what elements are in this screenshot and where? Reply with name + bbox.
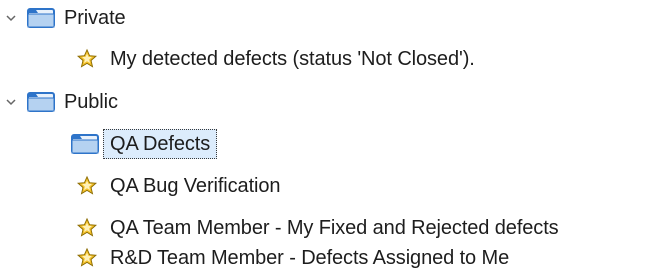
tree-folder-label: Public	[64, 91, 118, 113]
tree-folder-private[interactable]: Private	[4, 1, 126, 35]
tree-item-favorite[interactable]: My detected defects (status 'Not Closed'…	[76, 42, 475, 76]
folder-icon	[71, 134, 99, 154]
favorite-star-icon	[76, 217, 98, 237]
tree-item-label: QA Team Member - My Fixed and Rejected d…	[110, 217, 559, 239]
expand-arrow-icon[interactable]	[4, 95, 18, 109]
tree-folder-public[interactable]: Public	[4, 85, 118, 119]
tree-item-folder-selected[interactable]: QA Defects	[70, 127, 218, 161]
selected-item-highlight[interactable]: QA Defects	[103, 129, 218, 159]
favorite-star-icon	[76, 48, 98, 68]
tree-item-favorite[interactable]: QA Team Member - My Fixed and Rejected d…	[76, 211, 559, 245]
folder-icon	[27, 8, 55, 28]
tree-item-label: R&D Team Member - Defects Assigned to Me	[110, 247, 510, 269]
folder-icon	[27, 92, 55, 112]
favorites-tree: Private My detected defects (status 'Not…	[0, 0, 652, 277]
tree-item-label: QA Defects	[110, 133, 211, 155]
expand-arrow-icon[interactable]	[4, 11, 18, 25]
tree-item-label: QA Bug Verification	[110, 175, 281, 197]
tree-folder-label: Private	[64, 7, 126, 29]
tree-item-label: My detected defects (status 'Not Closed'…	[110, 48, 475, 70]
favorite-star-icon	[76, 247, 98, 267]
favorite-star-icon	[76, 175, 98, 195]
tree-item-favorite[interactable]: R&D Team Member - Defects Assigned to Me	[76, 241, 509, 275]
tree-item-favorite[interactable]: QA Bug Verification	[76, 169, 281, 203]
